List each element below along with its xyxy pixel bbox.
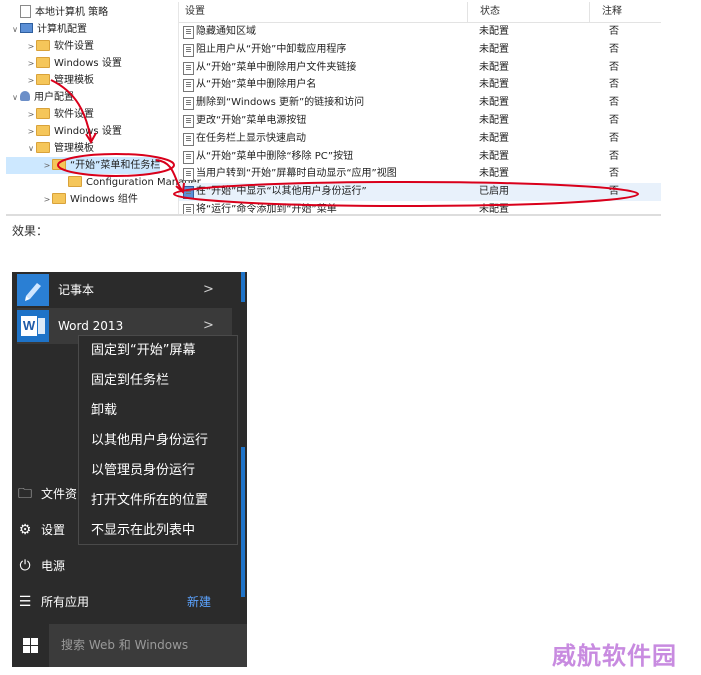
word-icon: W (17, 310, 49, 342)
side-power[interactable]: ⏻ 电源 (17, 551, 65, 581)
app-label: 记事本 (58, 283, 95, 297)
context-menu-item[interactable]: 固定到“开始”屏幕 (91, 339, 195, 363)
word-badge: W (21, 316, 37, 336)
context-menu: 固定到“开始”屏幕 固定到任务栏 卸载以其他用户身份运行 以管理员身份运行 打开文件所在… (78, 335, 238, 545)
annotation-circle-row (173, 181, 639, 207)
annotation-overlay (50, 79, 639, 207)
app-notepad[interactable]: 记事本 > (17, 272, 232, 308)
side-file-explorer[interactable]: 🗀 文件资 (17, 479, 77, 509)
side-label: 设置 (41, 523, 66, 537)
annotation-circle-tree (57, 153, 175, 177)
context-menu-item[interactable]: 以其他用户身份运行 (91, 429, 208, 453)
scroll-accent (241, 447, 245, 597)
context-menu-item[interactable]: 固定到任务栏 (91, 369, 169, 393)
notepad-icon (17, 274, 49, 306)
caption-text: 效果： (12, 224, 49, 238)
search-box[interactable]: 搜索 Web 和 Windows (49, 624, 247, 667)
watermark-text: 威航软件园 (552, 641, 677, 670)
context-menu-item[interactable]: 卸载 (91, 399, 117, 423)
context-menu-item[interactable]: 不显示在此列表中 (91, 519, 195, 543)
side-label: 电源 (41, 559, 66, 573)
annotation-arrow-1 (50, 79, 92, 141)
annotation-arrow-2 (155, 159, 183, 191)
scroll-accent (241, 272, 245, 302)
new-badge-link[interactable]: 新建 (187, 587, 211, 617)
side-all-apps[interactable]: ☰ 所有应用 (17, 587, 89, 617)
gear-icon: ⚙ (18, 522, 32, 538)
all-apps-icon: ☰ (18, 594, 32, 610)
side-label: 文件资 (41, 487, 78, 501)
context-menu-item[interactable]: 打开文件所在的位置 (91, 489, 208, 513)
side-label: 所有应用 (41, 595, 90, 609)
file-explorer-icon: 🗀 (18, 486, 32, 502)
context-menu-item[interactable]: 以管理员身份运行 (91, 459, 195, 483)
word-page (38, 318, 45, 334)
windows-logo-icon[interactable] (12, 624, 49, 667)
chevron-right-icon[interactable]: > (203, 272, 214, 308)
taskbar: 搜索 Web 和 Windows (12, 624, 247, 667)
side-settings[interactable]: ⚙ 设置 (17, 515, 65, 545)
power-icon: ⏻ (19, 558, 31, 574)
group-policy-editor: 本地计算机 策略 ∨ 计算机配置 > 软件设置 > Windows 设置 > 管理模板 ∨ 用户配置… (6, 2, 661, 216)
